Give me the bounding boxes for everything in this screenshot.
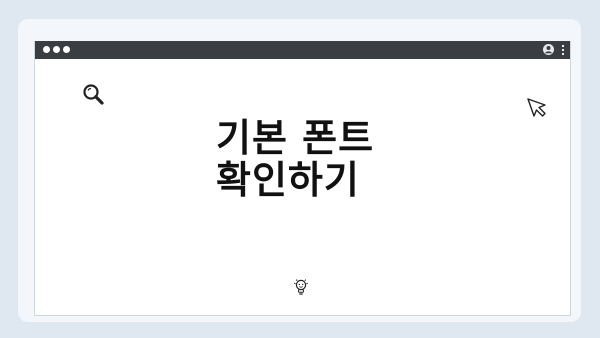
kebab-menu-icon[interactable] [561, 44, 565, 56]
window-close-dot[interactable] [43, 46, 50, 53]
window-minimize-dot[interactable] [53, 46, 60, 53]
cursor-icon [527, 98, 546, 117]
profile-icon[interactable] [543, 44, 554, 55]
page-title: 기본 폰트 확인하기 [216, 117, 456, 201]
window-maximize-dot[interactable] [63, 46, 70, 53]
page-title-line-2: 확인하기 [216, 158, 360, 202]
lightbulb-icon [294, 279, 308, 295]
search-icon [83, 84, 104, 105]
page-title-line-1: 기본 폰트 [216, 116, 375, 160]
window-titlebar [35, 41, 570, 59]
browser-window: 기본 폰트 확인하기 [34, 41, 571, 316]
